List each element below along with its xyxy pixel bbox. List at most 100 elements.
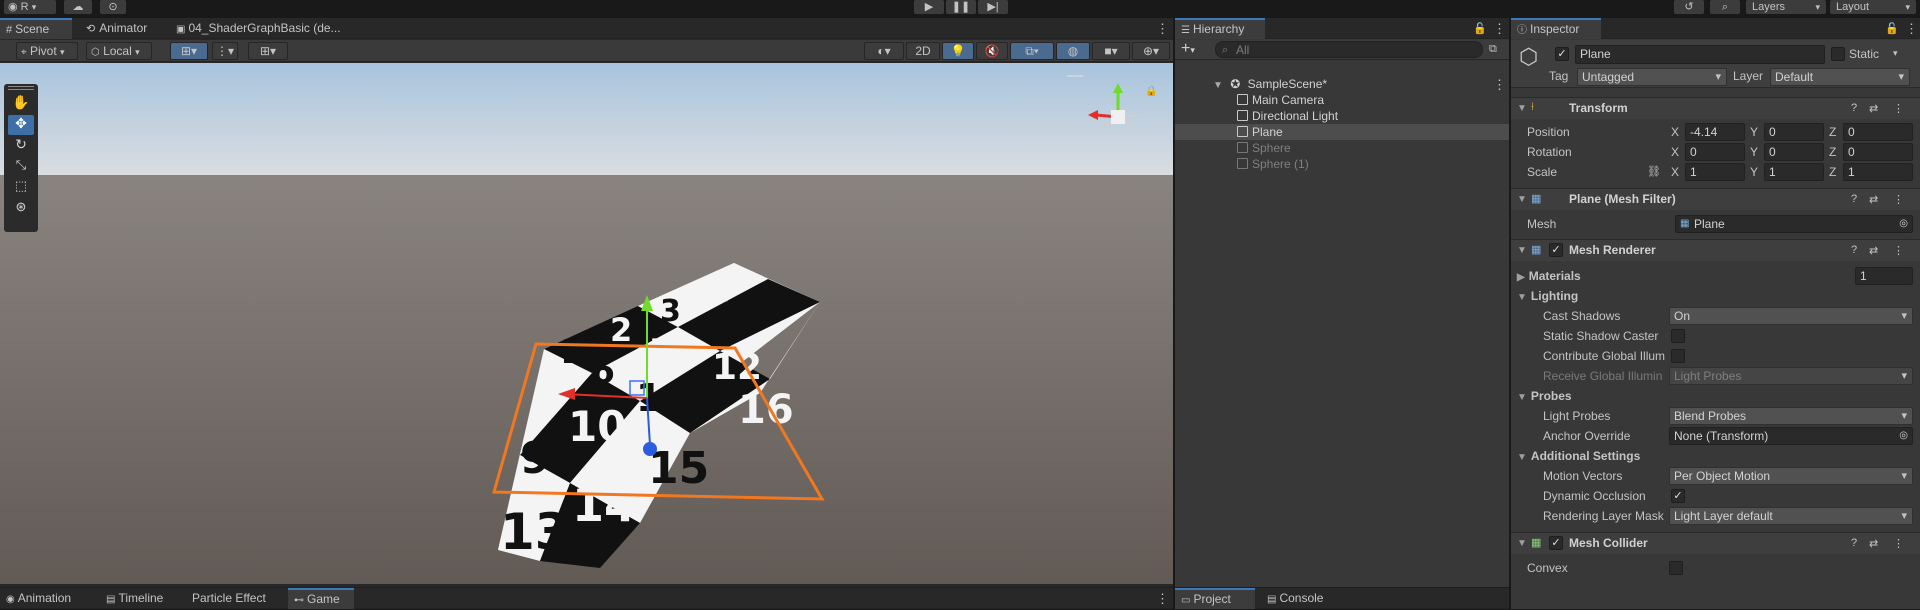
audio-toggle[interactable]: 🔇 <box>976 42 1008 60</box>
static-checkbox[interactable] <box>1831 47 1845 61</box>
bottom-menu-icon[interactable]: ⋮ <box>1156 592 1169 605</box>
scene-menu-icon[interactable]: ⋮ <box>1493 78 1506 91</box>
effects-dropdown[interactable]: ⧉▾ <box>1010 42 1054 60</box>
hidden-objects-toggle[interactable]: ◍ <box>1056 42 1090 60</box>
increment-snap-button[interactable]: ⋮▾ <box>212 42 238 60</box>
mesh-collider-header[interactable]: ▼ ▦ ✓ Mesh Collider ? ⇄ ⋮ <box>1511 532 1920 554</box>
palette-grip-icon[interactable] <box>8 86 34 90</box>
scale-y-field[interactable]: 1 <box>1764 163 1824 181</box>
account-dropdown[interactable]: ◉ R ▾ <box>4 0 56 14</box>
tag-dropdown[interactable]: Untagged <box>1577 68 1727 86</box>
probes-foldout[interactable]: ▼ Probes <box>1517 389 1572 403</box>
mesh-field[interactable]: ▦ Plane ◎ <box>1675 215 1913 233</box>
tab-animation[interactable]: ◉ Animation <box>0 588 86 609</box>
lock-icon[interactable]: 🔓 <box>1885 22 1899 35</box>
link-icon[interactable]: ⛓ <box>1647 165 1661 178</box>
tab-animator[interactable]: ⟲ Animator <box>80 18 164 39</box>
position-z-field[interactable]: 0 <box>1843 123 1913 141</box>
object-picker-icon[interactable]: ◎ <box>1899 216 1908 232</box>
hierarchy-item-main-camera[interactable]: Main Camera <box>1237 92 1509 108</box>
materials-count-field[interactable]: 1 <box>1855 267 1913 285</box>
chevron-down-icon[interactable]: ▾ <box>1893 48 1898 59</box>
scene-filter-icon[interactable]: ⧉ <box>1489 43 1497 56</box>
mesh-renderer-header[interactable]: ▼ ▦ ✓ Mesh Renderer ? ⇄ ⋮ <box>1511 239 1920 261</box>
rotation-x-field[interactable]: 0 <box>1685 143 1745 161</box>
move-tool-button[interactable]: ✥ <box>8 115 34 135</box>
active-checkbox[interactable]: ✓ <box>1555 47 1569 61</box>
help-icon[interactable]: ? <box>1851 193 1857 205</box>
lighting-toggle[interactable]: 💡 <box>942 42 974 60</box>
tab-inspector[interactable]: ⓘ Inspector <box>1511 18 1601 39</box>
presets-icon[interactable]: ⇄ <box>1869 244 1878 257</box>
lighting-foldout[interactable]: ▼ Lighting <box>1517 289 1578 303</box>
tab-game[interactable]: ⊷ Game <box>288 588 354 609</box>
transform-tool-button[interactable]: ⊛ <box>8 199 34 219</box>
component-menu-icon[interactable]: ⋮ <box>1893 537 1904 550</box>
step-button[interactable]: ▶| <box>978 0 1008 14</box>
dynamic-occlusion-checkbox[interactable]: ✓ <box>1671 489 1685 503</box>
inspector-menu-icon[interactable]: ⋮ <box>1905 22 1918 35</box>
lock-icon[interactable]: 🔒 <box>1145 85 1157 97</box>
convex-checkbox[interactable] <box>1669 561 1683 575</box>
hierarchy-item-directional-light[interactable]: Directional Light <box>1237 108 1509 124</box>
tab-hierarchy[interactable]: ☰ Hierarchy <box>1175 18 1265 39</box>
static-shadow-caster-checkbox[interactable] <box>1671 329 1685 343</box>
mesh-renderer-enabled-checkbox[interactable]: ✓ <box>1549 243 1563 257</box>
add-button[interactable]: +▾ <box>1181 40 1195 58</box>
help-icon[interactable]: ? <box>1851 537 1857 549</box>
help-icon[interactable]: ? <box>1851 102 1857 114</box>
2d-toggle[interactable]: 2D <box>906 42 940 60</box>
layer-dropdown[interactable]: Default <box>1770 68 1910 86</box>
contribute-gi-checkbox[interactable] <box>1671 349 1685 363</box>
local-dropdown[interactable]: ⬡ Local ▾ <box>86 42 152 60</box>
materials-foldout[interactable]: ▶ Materials <box>1517 269 1581 283</box>
tab-timeline[interactable]: ▤ Timeline <box>100 588 180 609</box>
rendering-layer-dropdown[interactable]: Light Layer default <box>1669 507 1913 525</box>
undo-history-button[interactable]: ↺ <box>1674 0 1704 14</box>
layout-dropdown[interactable]: Layout ▾ <box>1830 0 1916 14</box>
pause-button[interactable]: ❚❚ <box>946 0 976 14</box>
component-menu-icon[interactable]: ⋮ <box>1893 244 1904 257</box>
cast-shadows-dropdown[interactable]: On <box>1669 307 1913 325</box>
tab-particle-effect[interactable]: Particle Effect <box>186 588 286 609</box>
presets-icon[interactable]: ⇄ <box>1869 193 1878 206</box>
mesh-collider-enabled-checkbox[interactable]: ✓ <box>1549 536 1563 550</box>
tab-scene[interactable]: # Scene <box>0 18 72 39</box>
scale-x-field[interactable]: 1 <box>1685 163 1745 181</box>
services-button[interactable]: ⊙ <box>100 0 126 14</box>
tab-project[interactable]: ▭ Project <box>1175 588 1255 609</box>
motion-vectors-dropdown[interactable]: Per Object Motion <box>1669 467 1913 485</box>
rotate-tool-button[interactable]: ↻ <box>8 136 34 156</box>
help-icon[interactable]: ? <box>1851 244 1857 256</box>
scale-tool-button[interactable]: ⤡ <box>8 157 34 177</box>
scale-z-field[interactable]: 1 <box>1843 163 1913 181</box>
rect-tool-button[interactable]: ⬚ <box>8 178 34 198</box>
scene-menu-icon[interactable]: ⋮ <box>1156 22 1169 35</box>
object-name-input[interactable]: Plane <box>1575 45 1825 64</box>
hierarchy-item-plane[interactable]: Plane <box>1175 124 1509 140</box>
presets-icon[interactable]: ⇄ <box>1869 537 1878 550</box>
component-menu-icon[interactable]: ⋮ <box>1893 193 1904 206</box>
pivot-dropdown[interactable]: ⌖ Pivot ▾ <box>16 42 78 60</box>
search-button[interactable]: ⌕ <box>1710 0 1740 14</box>
tab-console[interactable]: ▤ Console <box>1261 588 1341 609</box>
transform-header[interactable]: ▼ ⟊ Transform ? ⇄ ⋮ <box>1511 97 1920 119</box>
cloud-button[interactable]: ☁ <box>64 0 92 14</box>
scene-viewport[interactable]: 1 2 3 4 5 6 7 8 9 10 11 12 13 14 15 16 ⟨… <box>0 63 1173 584</box>
scene-root[interactable]: ▼ ✪ SampleScene* <box>1213 76 1509 92</box>
position-x-field[interactable]: -4.14 <box>1685 123 1745 141</box>
camera-dropdown[interactable]: ■▾ <box>1092 42 1130 60</box>
light-probes-dropdown[interactable]: Blend Probes <box>1669 407 1913 425</box>
additional-settings-foldout[interactable]: ▼ Additional Settings <box>1517 449 1640 463</box>
layers-dropdown[interactable]: Layers ▾ <box>1746 0 1826 14</box>
anchor-override-field[interactable]: None (Transform) ◎ <box>1669 427 1913 445</box>
component-menu-icon[interactable]: ⋮ <box>1893 102 1904 115</box>
object-picker-icon[interactable]: ◎ <box>1899 428 1908 444</box>
hierarchy-item-sphere[interactable]: Sphere <box>1237 140 1509 156</box>
draw-mode-dropdown[interactable]: ◐▾ <box>864 42 904 60</box>
lock-icon[interactable]: 🔓 <box>1473 22 1487 35</box>
play-button[interactable]: ▶ <box>914 0 944 14</box>
tab-shadergraph[interactable]: ▣ 04_ShaderGraphBasic (de... <box>170 18 360 39</box>
hierarchy-item-sphere-1[interactable]: Sphere (1) <box>1237 156 1509 172</box>
position-y-field[interactable]: 0 <box>1764 123 1824 141</box>
